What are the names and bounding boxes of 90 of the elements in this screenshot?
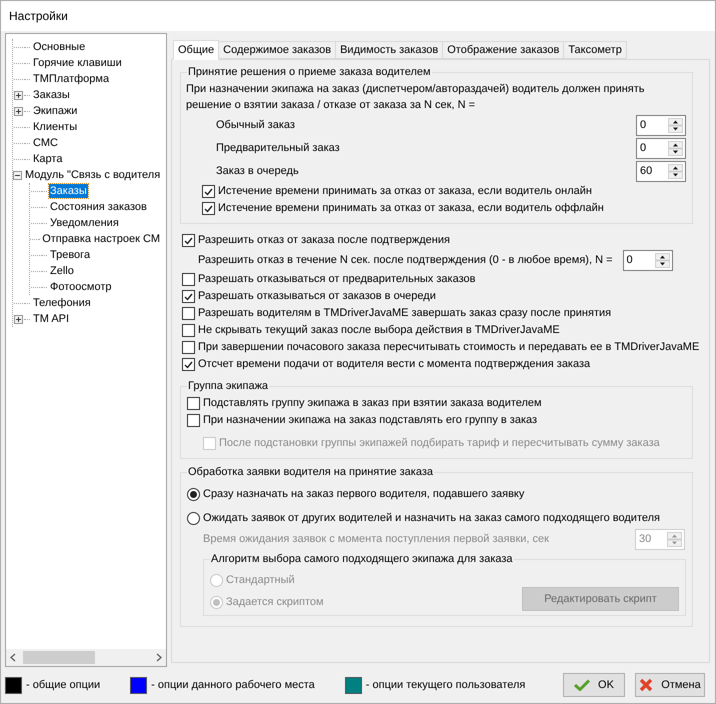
tree-item[interactable]: TMПлатформа <box>32 72 110 86</box>
field-label: Время ожидания заявок с момента поступления первой заявки, сек <box>203 532 549 548</box>
spin-field[interactable]: 0 <box>622 250 673 270</box>
horizontal-scrollbar[interactable] <box>6 649 166 666</box>
radio-label: Ожидать заявок от других водителей и назначить на заказ самого подходящего водителя <box>203 511 660 526</box>
expand-icon[interactable] <box>14 314 23 324</box>
spin-arrows-icon <box>667 532 682 547</box>
spin-arrows-icon <box>654 252 670 268</box>
group-title: Обработка заявки водителя на принятие заказа <box>187 465 434 479</box>
checkmark-icon <box>184 360 193 368</box>
radio-label: Задается скриптом <box>226 595 324 610</box>
checkbox[interactable] <box>187 414 200 427</box>
checkbox-label: Истечение времени принимать за отказ от заказа, если водитель онлайн <box>218 184 592 200</box>
field-label: Разрешить отказ в течение N сек. после подтверждения (0 - в любое время), N = <box>198 252 613 268</box>
spin-field[interactable]: 0 <box>636 138 686 159</box>
checkbox[interactable] <box>182 358 195 371</box>
spin-field[interactable]: 0 <box>636 115 686 136</box>
checkbox[interactable] <box>182 307 195 320</box>
tree-item[interactable]: Основные <box>32 40 86 54</box>
description-text: При назначении экипажа на заказ (диспетчером/автораздачей) водитель должен принять решение о взятии заказа / отказе от заказа за N сек, N = <box>186 82 646 113</box>
legend-label: - общие опции <box>26 678 100 693</box>
tree-item[interactable]: Карта <box>32 152 64 166</box>
tree-item[interactable]: Отправка настроек СМ <box>41 232 161 246</box>
checkbox-label: Подставлять группу экипажа в заказ при взятии заказа водителем <box>203 396 542 412</box>
checkbox[interactable] <box>182 273 195 286</box>
legend-label: - опции данного рабочего места <box>151 678 315 693</box>
tree-item[interactable]: Заказы <box>49 184 88 198</box>
checkbox-label: Разрешить отказ от заказа после подтверждения <box>198 233 450 248</box>
tree-item[interactable]: Фотоосмотр <box>49 280 112 294</box>
checkmark-icon <box>574 679 590 691</box>
tree-item[interactable]: Заказы <box>32 88 71 102</box>
tree-item[interactable]: СМС <box>32 136 59 150</box>
close-icon <box>639 678 654 692</box>
radio-label: Стандартный <box>226 573 295 588</box>
tab[interactable]: Отображение заказов <box>443 41 564 59</box>
expand-icon[interactable] <box>14 106 23 116</box>
spin-arrows-icon <box>668 118 683 133</box>
checkbox[interactable] <box>202 202 215 215</box>
expand-icon[interactable] <box>14 90 23 100</box>
tab[interactable]: Таксометр <box>564 41 627 59</box>
scroll-right-icon[interactable] <box>155 653 163 662</box>
scroll-left-icon[interactable] <box>9 653 17 662</box>
radio-label: Сразу назначать на заказ первого водителя, подавшего заявку <box>203 487 524 502</box>
radio-button[interactable] <box>187 512 200 525</box>
checkbox-label: Разрешать отказываться от заказов в очереди <box>198 289 436 304</box>
checkbox-label: Отсчет времени подачи от водителя вести с момента подтверждения заказа <box>198 357 590 372</box>
checkbox-label: Истечение времени принимать за отказ от заказа, если водитель оффлайн <box>218 201 604 216</box>
checkbox[interactable] <box>182 234 195 247</box>
cancel-button[interactable]: Отмена <box>635 673 705 697</box>
legend-label: - опции текущего пользователя <box>366 678 526 693</box>
tree-item[interactable]: Тревога <box>49 248 92 262</box>
field-label: Обычный заказ <box>216 118 295 134</box>
checkbox[interactable] <box>182 341 195 354</box>
checkbox-label: Не скрывать текущий заказ после выбора действия в TMDriverJavaME <box>198 323 560 338</box>
tab[interactable]: Видимость заказов <box>336 41 444 59</box>
tree-item[interactable]: Клиенты <box>32 120 78 134</box>
collapse-icon[interactable] <box>13 170 22 180</box>
spin-field[interactable]: 60 <box>636 161 686 182</box>
tree-item[interactable]: Zello <box>49 264 75 278</box>
tab[interactable]: Общие <box>173 40 220 60</box>
window-title: Настройки <box>9 8 68 25</box>
tree-item[interactable]: TM API <box>32 312 70 326</box>
group-title: Группа экипажа <box>187 379 270 393</box>
checkmark-icon <box>184 236 193 244</box>
ok-button[interactable]: OK <box>563 673 625 697</box>
group-title: Алгоритм выбора самого подходящего экипажа для заказа <box>210 552 514 566</box>
spin-arrows-icon <box>668 141 683 156</box>
tree-item[interactable]: Экипажи <box>32 104 78 118</box>
tree-item[interactable]: Состояния заказов <box>49 200 148 214</box>
tree-item[interactable]: Уведомления <box>49 216 120 230</box>
scrollbar-thumb[interactable] <box>23 651 95 664</box>
tree-item[interactable]: Телефония <box>32 296 92 310</box>
checkbox[interactable] <box>187 397 200 410</box>
checkbox-label: Разрешать отказываться от предварительных заказов <box>198 272 476 288</box>
checkbox[interactable] <box>182 290 195 303</box>
tree-item[interactable]: Модуль "Связь с водителя <box>24 168 162 182</box>
tab[interactable]: Содержимое заказов <box>219 41 336 59</box>
tree-item[interactable]: Горячие клавиши <box>32 56 123 70</box>
group-title: Принятие решения о приеме заказа водителем <box>187 65 432 79</box>
checkbox-label: После подстановки группы экипажей подбирать тариф и пересчитывать сумму заказа <box>219 436 660 452</box>
field-label: Предварительный заказ <box>216 141 340 156</box>
checkbox-label: При назначении экипажа на заказ подставлять его группу в заказ <box>203 413 538 428</box>
checkbox[interactable] <box>202 185 215 198</box>
checkbox-label: Разрешать водителям в TMDriverJavaME завершать заказ сразу после принятия <box>198 306 612 322</box>
spin-arrows-icon <box>668 164 683 179</box>
checkmark-icon <box>184 292 193 300</box>
checkbox[interactable] <box>182 324 195 337</box>
radio-button[interactable] <box>187 488 200 501</box>
checkbox-label: При завершении почасового заказа пересчитывать стоимость и передавать ее в TMDriverJavaME <box>198 340 700 356</box>
field-label: Заказ в очередь <box>216 164 299 180</box>
